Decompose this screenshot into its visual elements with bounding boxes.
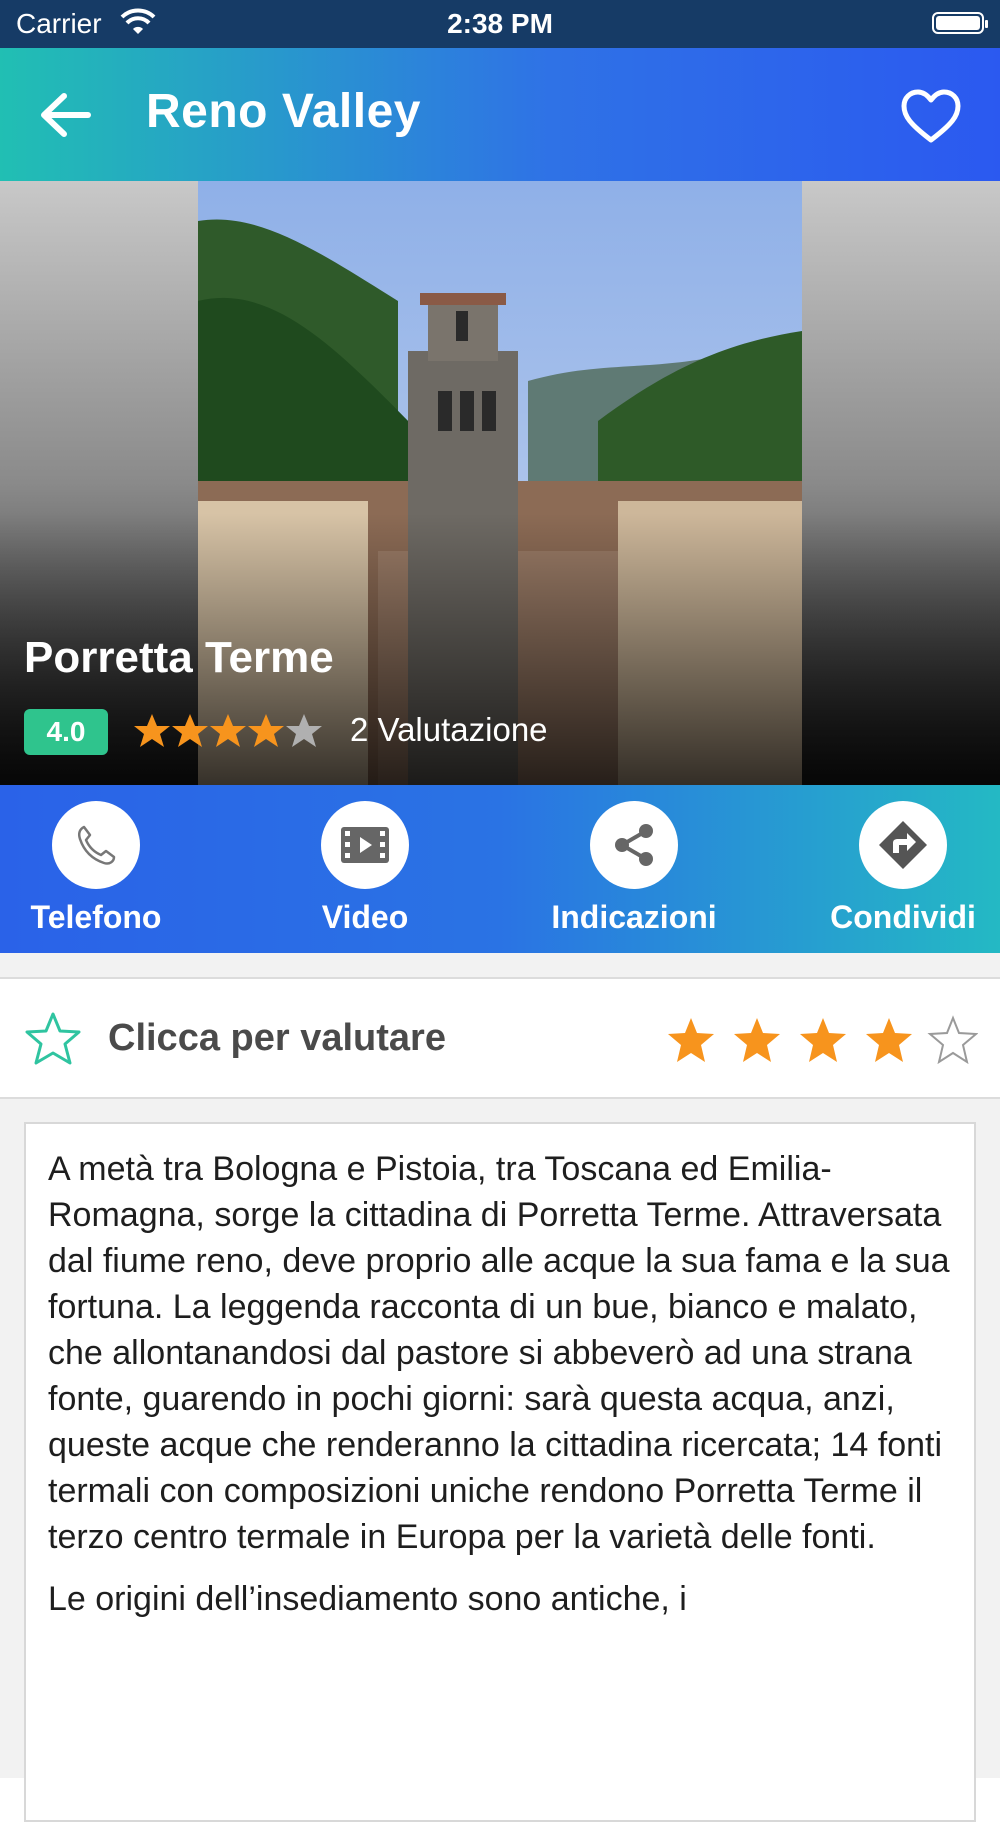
phone-icon [77, 825, 116, 865]
star-icon [134, 714, 170, 747]
back-arrow-icon[interactable] [38, 90, 94, 140]
star-icon [800, 1018, 846, 1062]
hero-gradient [0, 181, 1000, 785]
ratings-count: 2 Valutazione [350, 711, 548, 748]
user-rating-stars[interactable] [666, 1015, 978, 1065]
rate-section[interactable]: Clicca per valutare [0, 979, 1000, 1099]
directions-icon [879, 821, 927, 869]
share-action-label: Condividi [830, 899, 976, 935]
rating-badge: 4.0 [24, 709, 108, 755]
star-icon [210, 714, 246, 747]
clock: 2:38 PM [447, 8, 553, 39]
status-bar: Carrier 2:38 PM [0, 0, 1000, 48]
hero-image: Porretta Terme 4.0 2 Valutazione [0, 181, 1000, 785]
video-action[interactable]: Video [255, 801, 475, 936]
directions-share-action[interactable]: Indicazioni [524, 801, 744, 936]
star-empty-icon [927, 1015, 978, 1065]
description-paragraph: Le origini dell’insediamento sono antich… [48, 1580, 687, 1618]
star-icon [172, 714, 208, 747]
directions-action-label: Indicazioni [551, 899, 717, 935]
star-icon [866, 1018, 912, 1062]
action-bar: Telefono Video Indicazioni Condividi [0, 785, 1000, 953]
star-icon [668, 1018, 714, 1062]
section-divider [0, 953, 1000, 979]
star-outline-icon [25, 1012, 81, 1065]
place-name: Porretta Terme [24, 633, 334, 682]
star-icon [248, 714, 284, 747]
share-icon [615, 824, 653, 866]
video-action-label: Video [321, 899, 409, 935]
description-card: A metà tra Bologna e Pistoia, tra Toscan… [24, 1122, 976, 1822]
star-icon [734, 1018, 780, 1062]
rating-stars [134, 714, 322, 747]
phone-action[interactable]: Telefono [0, 801, 206, 936]
favorite-heart-icon[interactable] [900, 88, 962, 144]
phone-action-label: Telefono [30, 899, 162, 935]
share-action[interactable]: Condividi [793, 801, 1000, 936]
video-icon [341, 827, 389, 863]
description-paragraph: A metà tra Bologna e Pistoia, tra Toscan… [48, 1150, 950, 1556]
battery-icon [932, 12, 988, 34]
page-title: Reno Valley [146, 85, 421, 138]
star-empty-icon [286, 714, 322, 747]
rate-prompt: Clicca per valutare [108, 1017, 446, 1059]
app-bar: Reno Valley [0, 48, 1000, 181]
